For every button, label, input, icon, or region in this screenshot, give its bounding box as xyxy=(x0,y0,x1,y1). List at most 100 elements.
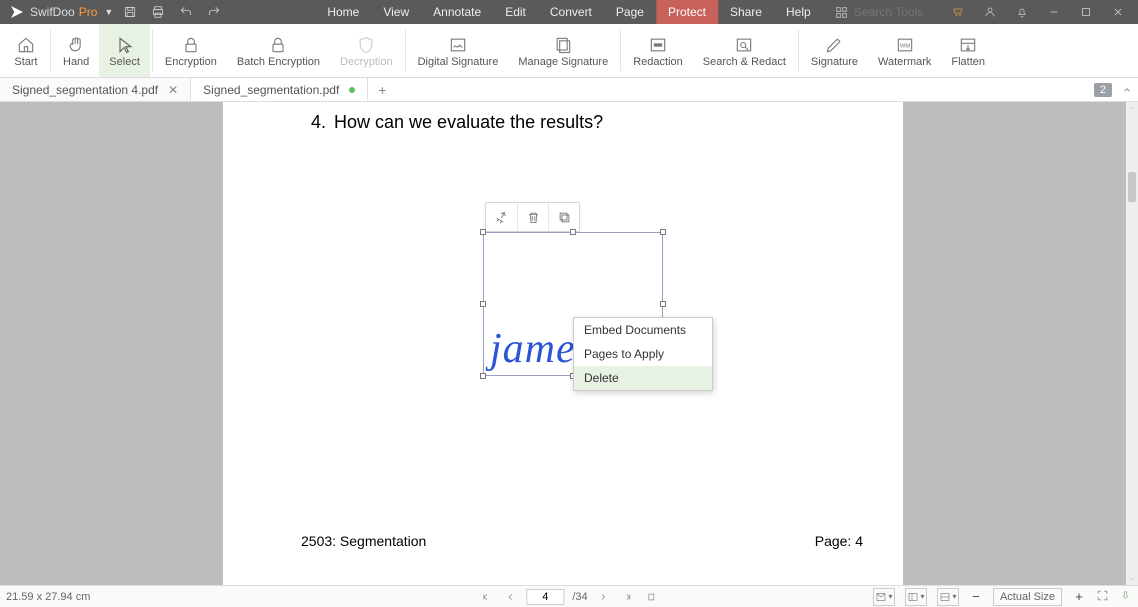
first-page-icon[interactable] xyxy=(478,589,494,605)
brand-main: SwifDoo xyxy=(30,5,75,19)
pager-controls: /34 xyxy=(478,589,659,605)
list-number: 4. xyxy=(311,112,326,133)
tab-label: Signed_segmentation 4.pdf xyxy=(12,83,158,97)
page-dimensions: 21.59 x 27.94 cm xyxy=(6,591,90,603)
save-icon[interactable] xyxy=(119,1,141,23)
next-page-icon[interactable] xyxy=(596,589,612,605)
menu-home[interactable]: Home xyxy=(315,0,371,24)
searchredact-icon xyxy=(732,35,756,55)
scroll-up-icon[interactable] xyxy=(1126,102,1138,114)
status-bar: 21.59 x 27.94 cm /34 ▾ ▾ ▾ − Actual Size… xyxy=(0,585,1138,607)
prev-page-icon[interactable] xyxy=(502,589,518,605)
page-footer-right: Page: 4 xyxy=(815,533,863,549)
page-canvas[interactable]: 4. How can we evaluate the results? jame xyxy=(223,102,903,585)
window-maximize-icon[interactable] xyxy=(1072,0,1100,24)
ribbon-signature[interactable]: Signature xyxy=(801,24,868,77)
signature-text: jame xyxy=(490,325,576,373)
hand-icon xyxy=(64,35,88,55)
menu-edit[interactable]: Edit xyxy=(493,0,538,24)
document-text-line: 4. How can we evaluate the results? xyxy=(311,112,603,133)
add-tab-button[interactable]: + xyxy=(368,78,396,101)
tab-collapse-icon[interactable] xyxy=(1116,79,1138,101)
page-view-icon[interactable] xyxy=(644,589,660,605)
resize-handle[interactable] xyxy=(660,229,666,235)
pin-status-icon[interactable] xyxy=(1119,589,1132,605)
app-logo-icon xyxy=(8,3,26,21)
user-icon[interactable] xyxy=(976,0,1004,24)
tab-count-badge: 2 xyxy=(1094,83,1112,97)
window-close-icon[interactable] xyxy=(1104,0,1132,24)
ribbon-manage-signature[interactable]: Manage Signature xyxy=(508,24,618,77)
menu-annotate[interactable]: Annotate xyxy=(421,0,493,24)
tab-label: Signed_segmentation.pdf xyxy=(203,83,339,97)
resize-handle[interactable] xyxy=(570,229,576,235)
print-icon[interactable] xyxy=(147,1,169,23)
fullscreen-icon[interactable] xyxy=(1096,589,1109,605)
tab-close-icon[interactable]: ✕ xyxy=(168,83,178,97)
last-page-icon[interactable] xyxy=(620,589,636,605)
ribbon-batch-encryption[interactable]: Batch Encryption xyxy=(227,24,330,77)
context-menu-item[interactable]: Pages to Apply xyxy=(574,342,712,366)
context-menu-item[interactable]: Delete xyxy=(574,366,712,390)
resize-handle[interactable] xyxy=(480,301,486,307)
menu-page[interactable]: Page xyxy=(604,0,656,24)
ribbon-redaction[interactable]: Redaction xyxy=(623,24,693,77)
brand-dropdown-icon[interactable]: ▼ xyxy=(104,7,113,17)
redo-icon[interactable] xyxy=(203,1,225,23)
document-tab[interactable]: Signed_segmentation.pdf xyxy=(191,78,368,101)
notifications-icon[interactable] xyxy=(1008,0,1036,24)
vertical-scrollbar[interactable] xyxy=(1126,102,1138,585)
copy-icon[interactable] xyxy=(548,203,579,231)
menu-share[interactable]: Share xyxy=(718,0,774,24)
search-tools-input[interactable] xyxy=(854,5,934,19)
menu-help[interactable]: Help xyxy=(774,0,823,24)
ribbon-watermark[interactable]: WMWatermark xyxy=(868,24,941,77)
menu-protect[interactable]: Protect xyxy=(656,0,718,24)
scroll-down-icon[interactable] xyxy=(1126,573,1138,585)
window-minimize-icon[interactable] xyxy=(1040,0,1068,24)
pen-icon xyxy=(822,35,846,55)
modified-indicator-icon xyxy=(349,87,355,93)
menu-view[interactable]: View xyxy=(371,0,421,24)
undo-icon[interactable] xyxy=(175,1,197,23)
redact-icon xyxy=(646,35,670,55)
app-brand: SwifDoo Pro ▼ xyxy=(8,3,113,21)
resize-handle[interactable] xyxy=(660,301,666,307)
lock-icon xyxy=(179,35,203,55)
flatten-icon xyxy=(956,35,980,55)
resize-handle[interactable] xyxy=(480,229,486,235)
ribbon-hand[interactable]: Hand xyxy=(53,24,99,77)
zoom-level-label[interactable]: Actual Size xyxy=(993,588,1062,606)
zoom-in-button[interactable]: + xyxy=(1072,589,1086,604)
pin-icon[interactable] xyxy=(486,203,517,231)
page-number-input[interactable] xyxy=(526,589,564,605)
document-tab-bar: Signed_segmentation 4.pdf✕Signed_segment… xyxy=(0,78,1138,102)
object-floating-toolbar xyxy=(485,202,580,232)
panel-toggle-2[interactable]: ▾ xyxy=(905,588,927,606)
page-total-label: /34 xyxy=(572,591,587,603)
cart-icon[interactable] xyxy=(944,0,972,24)
context-menu-item[interactable]: Embed Documents xyxy=(574,318,712,342)
panel-toggle-3[interactable]: ▾ xyxy=(937,588,959,606)
ribbon-encryption[interactable]: Encryption xyxy=(155,24,227,77)
document-tab[interactable]: Signed_segmentation 4.pdf ✕ xyxy=(0,78,191,101)
page-footer-left: 2503: Segmentation xyxy=(301,533,426,549)
ribbon-select[interactable]: Select xyxy=(99,24,150,77)
watermark-icon: WM xyxy=(893,35,917,55)
panel-toggle-1[interactable]: ▾ xyxy=(873,588,895,606)
document-area: 4. How can we evaluate the results? jame xyxy=(0,102,1138,585)
ribbon-flatten[interactable]: Flatten xyxy=(941,24,995,77)
svg-text:WM: WM xyxy=(900,44,911,50)
home-icon xyxy=(14,35,38,55)
scroll-thumb[interactable] xyxy=(1128,172,1136,202)
question-text: How can we evaluate the results? xyxy=(334,112,603,133)
ribbon-digital-signature[interactable]: Digital Signature xyxy=(408,24,509,77)
ribbon-search-redact[interactable]: Search & Redact xyxy=(693,24,796,77)
zoom-out-button[interactable]: − xyxy=(969,589,983,604)
context-menu: Embed DocumentsPages to ApplyDelete xyxy=(573,317,713,391)
ribbon-start[interactable]: Start xyxy=(4,24,48,77)
resize-handle[interactable] xyxy=(480,373,486,379)
search-tools[interactable] xyxy=(829,5,940,19)
menu-convert[interactable]: Convert xyxy=(538,0,604,24)
trash-icon[interactable] xyxy=(517,203,548,231)
